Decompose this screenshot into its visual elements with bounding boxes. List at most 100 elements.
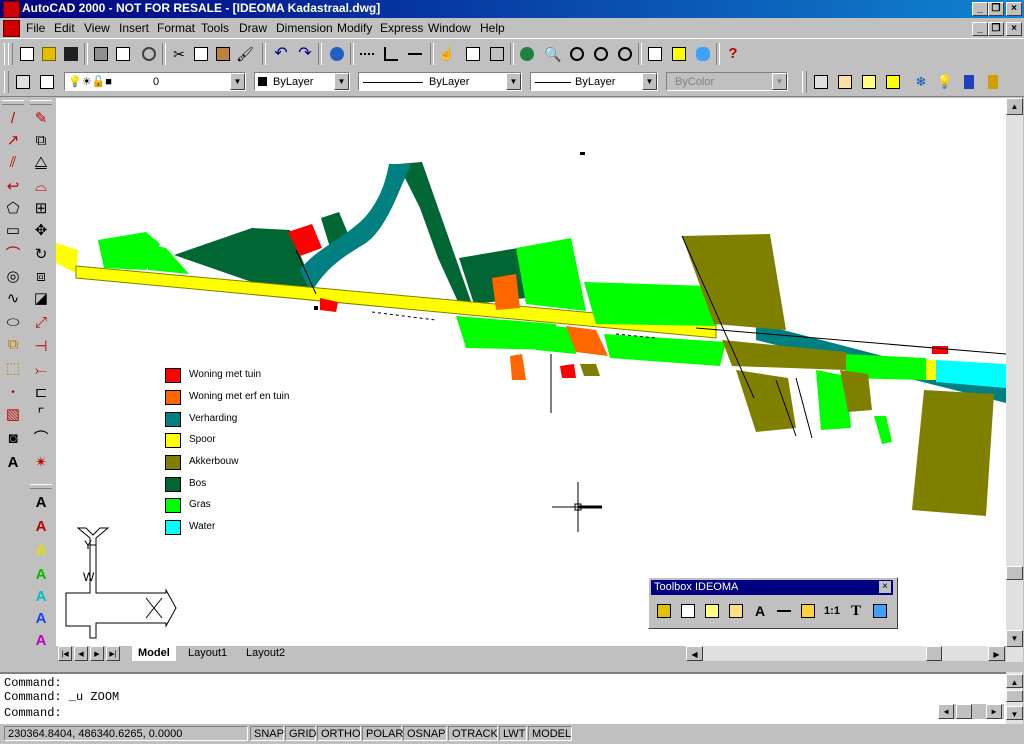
grid-toggle[interactable]: GRID: [285, 726, 317, 741]
model-toggle[interactable]: MODEL: [528, 726, 572, 741]
horizontal-scrollbar[interactable]: ◀ ▶: [686, 646, 1005, 661]
copy-object-icon[interactable]: ⧉: [30, 130, 52, 152]
menu-draw[interactable]: Draw: [239, 21, 267, 35]
database-icon[interactable]: [486, 43, 508, 65]
tab-layout1[interactable]: Layout1: [182, 646, 233, 661]
new-icon[interactable]: [16, 43, 38, 65]
tab-model[interactable]: Model: [132, 646, 176, 661]
scroll-left-icon[interactable]: ◀: [686, 646, 703, 661]
scale-icon[interactable]: ⧈: [30, 266, 52, 288]
rectangle-icon[interactable]: ▭: [2, 220, 24, 242]
mdi-close-icon[interactable]: ×: [1006, 22, 1022, 36]
scroll-thumb[interactable]: [1006, 690, 1023, 702]
pan-icon[interactable]: [516, 43, 538, 65]
scroll-right-icon[interactable]: ▶: [986, 704, 1002, 719]
menu-insert[interactable]: Insert: [119, 21, 149, 35]
ideoma-tool-2-icon[interactable]: [677, 600, 699, 622]
chevron-down-icon[interactable]: ▼: [334, 73, 349, 90]
menu-view[interactable]: View: [84, 21, 110, 35]
properties-icon[interactable]: ☝: [436, 43, 458, 65]
named-views-icon[interactable]: [644, 43, 666, 65]
command-vscroll[interactable]: ▲ ▼: [1006, 672, 1023, 724]
tab-last-icon[interactable]: ▶|: [106, 646, 120, 661]
polyline-icon[interactable]: ↩: [2, 176, 24, 198]
rotate-icon[interactable]: ↻: [30, 244, 52, 266]
spelling-icon[interactable]: [138, 43, 160, 65]
layer-tool-icon[interactable]: [668, 43, 690, 65]
undo-icon[interactable]: ↶: [270, 43, 292, 65]
ideoma-tool-3-icon[interactable]: [701, 600, 723, 622]
open-icon[interactable]: [38, 43, 60, 65]
save-icon[interactable]: [60, 43, 82, 65]
region-icon[interactable]: ◙: [2, 428, 24, 450]
restore-icon[interactable]: ❐: [988, 2, 1004, 16]
ideoma-truetype-icon[interactable]: T: [845, 600, 867, 622]
text-height-25-icon[interactable]: A: [30, 540, 52, 562]
menu-window[interactable]: Window: [428, 21, 471, 35]
coordinate-display[interactable]: 230364.8404, 486340.6265, 0.0000: [4, 726, 248, 741]
layer-dropdown[interactable]: 💡☀🔓■ 0 ▼: [64, 72, 246, 91]
vertical-scrollbar[interactable]: ▲ ▼: [1006, 98, 1023, 662]
mirror-icon[interactable]: ⧋: [30, 152, 52, 174]
menu-help[interactable]: Help: [480, 21, 505, 35]
ortho-toggle[interactable]: ORTHO: [317, 726, 361, 741]
text-height-7-icon[interactable]: A: [30, 608, 52, 630]
stretch-icon[interactable]: ◪: [30, 288, 52, 310]
autocad-app-icon[interactable]: [3, 1, 20, 18]
text-height-18-icon[interactable]: A: [30, 516, 52, 538]
scroll-up-icon[interactable]: ▲: [1006, 674, 1023, 688]
ideoma-tool-4-icon[interactable]: [725, 600, 747, 622]
ellipse-icon[interactable]: ⬭: [2, 312, 24, 334]
ucs-icon[interactable]: [380, 43, 402, 65]
zoom-realtime-icon[interactable]: 🔍: [542, 43, 564, 65]
polar-toggle[interactable]: POLAR: [362, 726, 403, 741]
multiline-text-icon[interactable]: A: [2, 452, 24, 474]
mdi-minimize-icon[interactable]: _: [972, 22, 988, 36]
match-properties-icon[interactable]: 🖌: [234, 43, 256, 65]
hyperlink-icon[interactable]: [326, 43, 348, 65]
lwt-toggle[interactable]: LWT: [499, 726, 527, 741]
snap-toggle[interactable]: SNAP: [250, 726, 284, 741]
fillet-icon[interactable]: ⌒: [30, 428, 52, 450]
layer-off-icon[interactable]: 💡: [934, 71, 956, 93]
point-icon[interactable]: •: [2, 382, 24, 404]
construction-line-icon[interactable]: ↗: [2, 130, 24, 152]
tab-next-icon[interactable]: ▶: [90, 646, 104, 661]
minimize-icon[interactable]: _: [972, 2, 988, 16]
spline-icon[interactable]: ∿: [2, 288, 24, 310]
close-icon[interactable]: ×: [1006, 2, 1022, 16]
text-height-5-icon[interactable]: A: [30, 586, 52, 608]
zoom-previous-icon[interactable]: [590, 43, 612, 65]
mdi-restore-icon[interactable]: ❐: [988, 22, 1004, 36]
layers-icon[interactable]: [36, 71, 58, 93]
insert-block-icon[interactable]: ⧉: [2, 334, 24, 356]
layer-freeze-icon[interactable]: ❄: [910, 71, 932, 93]
command-prompt[interactable]: Command:: [4, 706, 62, 720]
line-icon[interactable]: /: [2, 108, 24, 130]
hscroll-thumb[interactable]: [956, 704, 972, 719]
command-hscroll[interactable]: ◀ ▶: [938, 704, 1004, 719]
scroll-right-icon[interactable]: ▶: [988, 646, 1005, 661]
tab-first-icon[interactable]: |◀: [58, 646, 72, 661]
scroll-down-icon[interactable]: ▼: [1006, 630, 1023, 647]
text-height-10-icon[interactable]: A: [30, 630, 52, 652]
database-connect-icon[interactable]: [692, 43, 714, 65]
ideoma-layers-icon[interactable]: [869, 600, 891, 622]
drawing-canvas[interactable]: Y W Woning met tuin Woning met erf en tu…: [56, 98, 1006, 646]
scroll-down-icon[interactable]: ▼: [1006, 706, 1023, 720]
menu-tools[interactable]: Tools: [201, 21, 229, 35]
design-center-icon[interactable]: [462, 43, 484, 65]
copy-icon[interactable]: [190, 43, 212, 65]
multiline-icon[interactable]: ⫽: [2, 152, 24, 174]
layer-previous-icon[interactable]: [810, 71, 832, 93]
osnap-toggle[interactable]: OSNAP: [403, 726, 447, 741]
ideoma-dimension-icon[interactable]: [773, 600, 795, 622]
cut-icon[interactable]: ✂: [168, 43, 190, 65]
drawing-icon[interactable]: [3, 20, 20, 37]
distance-icon[interactable]: [404, 43, 426, 65]
help-icon[interactable]: ?: [722, 43, 744, 65]
move-icon[interactable]: ✥: [30, 220, 52, 242]
command-window[interactable]: Command: Command: _u ZOOM Command: ◀ ▶: [0, 672, 1006, 724]
break-icon[interactable]: ⊏: [30, 382, 52, 404]
layer-match-icon[interactable]: [834, 71, 856, 93]
